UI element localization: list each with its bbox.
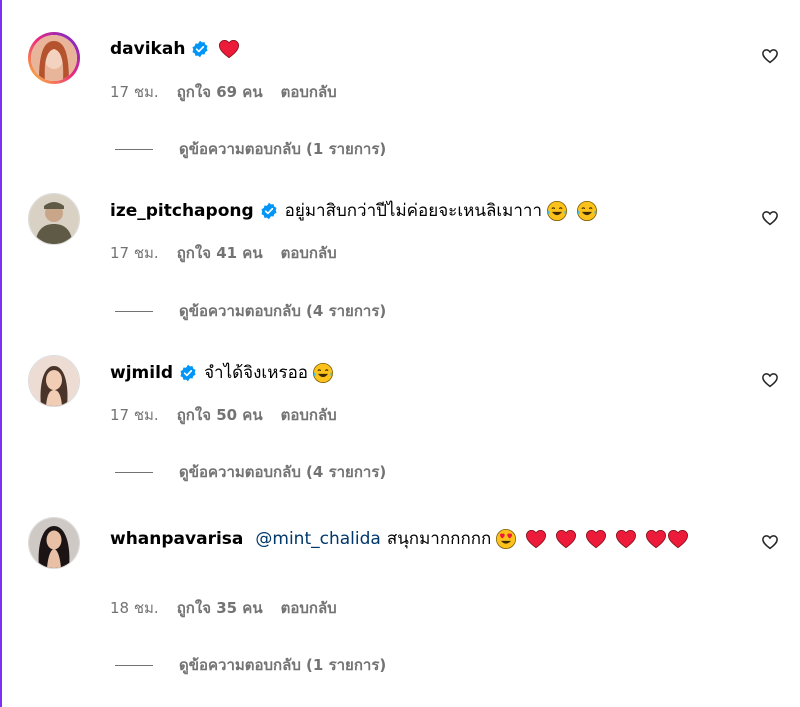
verified-badge-icon [180,364,196,382]
verified-badge-icon [192,40,208,58]
avatar[interactable] [28,193,80,245]
verified-badge-icon [261,202,277,220]
red-heart-emoji-icon [556,530,577,549]
reply-button[interactable]: ตอบกลับ [281,403,337,427]
reply-button[interactable]: ตอบกลับ [281,241,337,265]
red-heart-emoji-icon [219,40,240,59]
window-edge-accent [0,0,2,707]
view-replies-button[interactable]: ดูข้อความตอบกลับ (4 รายการ) [115,299,386,323]
avatar[interactable] [28,32,80,84]
heart-outline-icon[interactable] [761,209,779,227]
comment-time: 18 ชม. [110,599,159,617]
red-heart-emoji-icon [526,530,547,549]
red-heart-emoji-icon [586,530,607,549]
replies-divider [115,310,153,312]
red-heart-emoji-icon [616,530,637,549]
comment-username[interactable]: wjmild [110,362,173,384]
comment-like-count[interactable]: ถูกใจ 50 คน [177,403,263,427]
view-replies-button[interactable]: ดูข้อความตอบกลับ (1 รายการ) [115,653,386,677]
comment-like-count[interactable]: ถูกใจ 41 คน [177,241,263,265]
view-replies-button[interactable]: ดูข้อความตอบกลับ (4 รายการ) [115,460,386,484]
heart-outline-icon[interactable] [761,371,779,389]
reply-button[interactable]: ตอบกลับ [281,80,337,104]
comment-time: 17 ชม. [110,244,159,262]
comment-text: สนุกมากกกกก [386,529,492,549]
comment-time: 17 ชม. [110,83,159,101]
comment-username[interactable]: ize_pitchapong [110,200,254,222]
comment-text: อยู่มาสิบกว่าปีไม่ค่อยจะเหนลิเมาาา [284,201,543,221]
comment-username[interactable]: whanpavarisa [110,524,243,554]
comment-text: จำได้จิงเหรออ [204,363,309,383]
view-replies-button[interactable]: ดูข้อความตอบกลับ (1 รายการ) [115,137,386,161]
avatar[interactable] [28,517,80,569]
reply-button[interactable]: ตอบกลับ [281,596,337,620]
view-replies-label: ดูข้อความตอบกลับ (4 รายการ) [179,302,387,320]
heart-eyes-emoji-icon [496,529,517,549]
heart-outline-icon[interactable] [761,533,779,551]
replies-divider [115,148,153,150]
replies-divider [115,664,153,666]
view-replies-label: ดูข้อความตอบกลับ (4 รายการ) [179,463,387,481]
view-replies-label: ดูข้อความตอบกลับ (1 รายการ) [179,656,387,674]
comment-username[interactable]: davikah [110,38,185,60]
red-heart-emoji-icon [668,530,689,549]
view-replies-label: ดูข้อความตอบกลับ (1 รายการ) [179,140,387,158]
tears-of-joy-emoji-icon [313,363,334,383]
red-heart-emoji-icon [646,530,667,549]
comment-like-count[interactable]: ถูกใจ 35 คน [177,596,263,620]
comment-like-count[interactable]: ถูกใจ 69 คน [177,80,263,104]
heart-outline-icon[interactable] [761,47,779,65]
tears-of-joy-emoji-icon [547,201,568,221]
replies-divider [115,471,153,473]
tears-of-joy-emoji-icon [577,201,598,221]
avatar[interactable] [28,355,80,407]
comment-mention-link[interactable]: @mint_chalida [255,524,380,554]
comment-time: 17 ชม. [110,406,159,424]
